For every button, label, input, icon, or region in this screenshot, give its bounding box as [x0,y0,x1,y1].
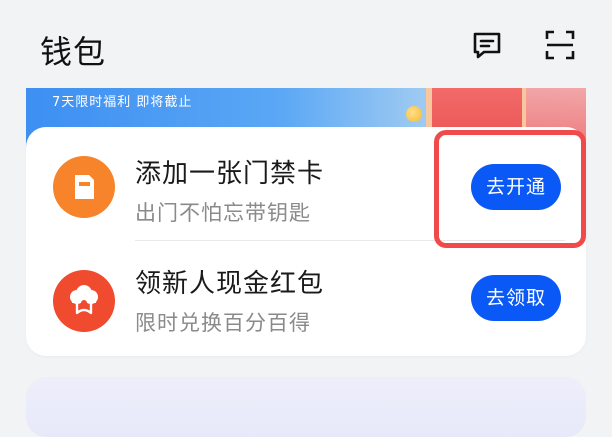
page-title: 钱包 [40,33,107,71]
next-card [26,377,586,437]
claim-button[interactable]: 去领取 [471,275,561,321]
list-item-red-packet[interactable]: 领新人现金红包 限时兑换百分百得 去领取 [26,241,586,355]
banner-text: 7天限时福利 即将截止 [52,95,193,110]
message-icon[interactable] [470,28,504,62]
header: 钱包 [0,0,612,88]
item-title: 领新人现金红包 [135,269,325,299]
item-subtitle: 限时兑换百分百得 [135,311,311,335]
access-card-icon [53,156,115,218]
item-title: 添加一张门禁卡 [135,159,325,189]
highlight-box [434,130,586,248]
coin-decoration [406,106,422,122]
item-subtitle: 出门不怕忘带钥匙 [135,201,311,225]
red-packet-icon [53,270,115,332]
scan-icon[interactable] [543,28,577,62]
